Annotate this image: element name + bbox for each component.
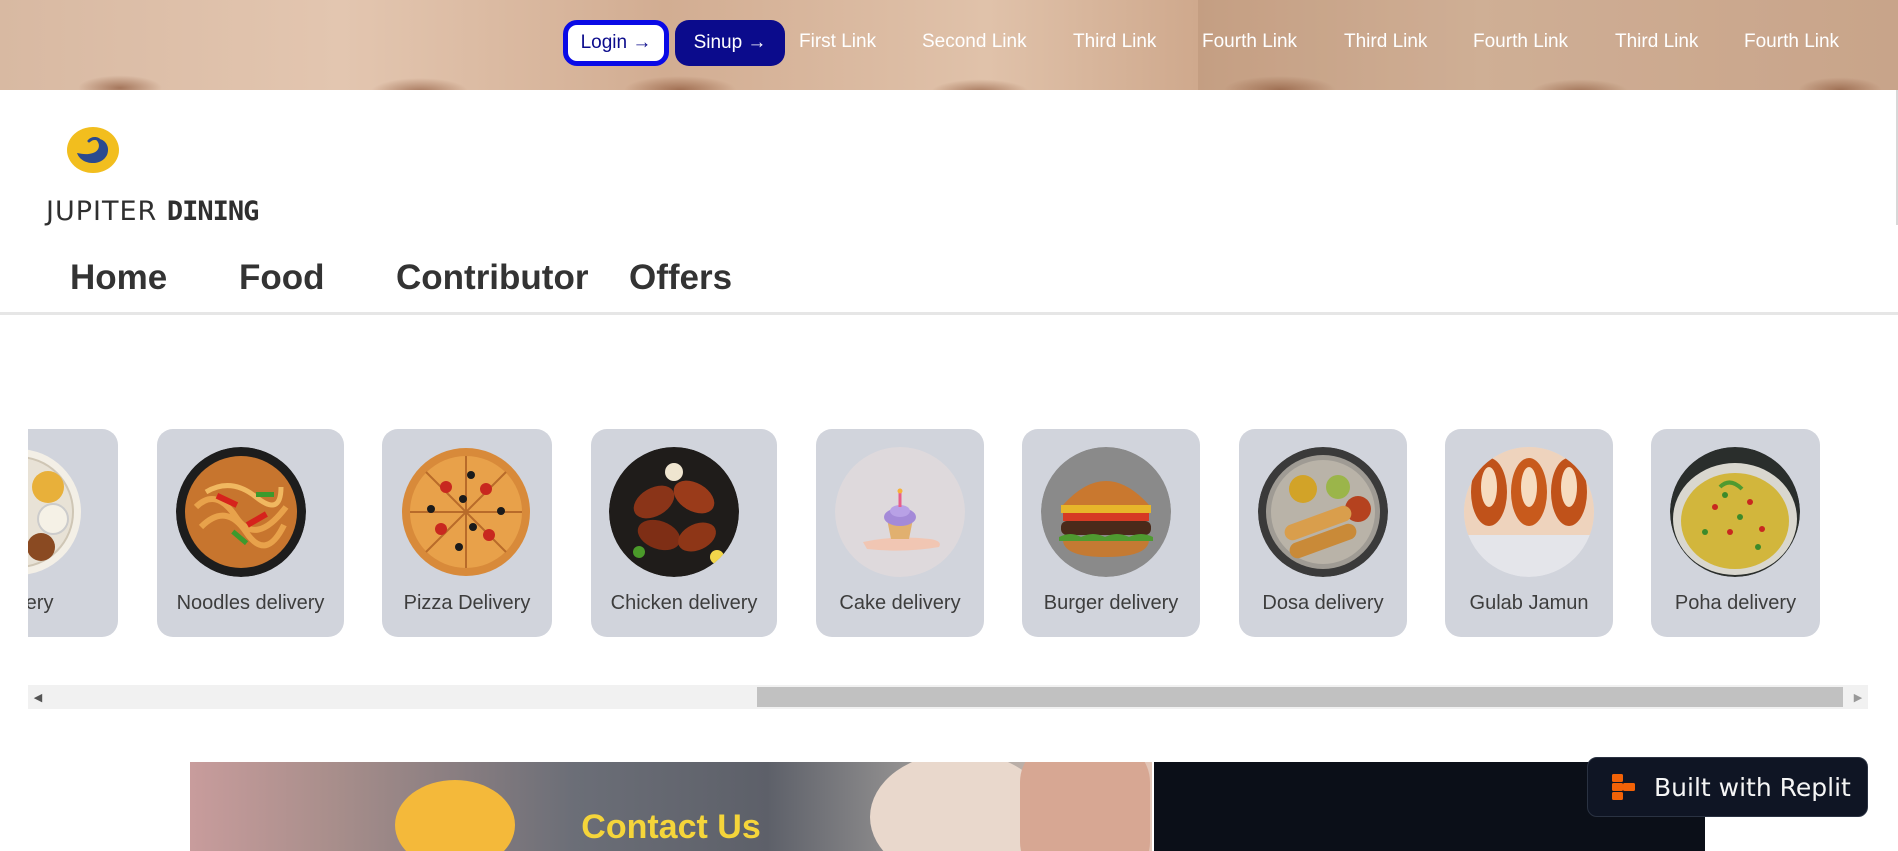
brand-name: JUPITER DINING <box>46 196 260 227</box>
carousel-item-chicken[interactable]: Chicken delivery <box>591 429 777 637</box>
nav-divider <box>0 312 1898 315</box>
brand-name-part2: DINING <box>166 196 260 227</box>
dosa-icon <box>1258 447 1388 577</box>
carousel-item-thali[interactable]: delivery <box>28 429 118 637</box>
pizza-icon <box>401 447 531 577</box>
top-link-4[interactable]: Fourth Link <box>1202 31 1297 53</box>
thali-icon <box>28 447 83 577</box>
carousel-item-burger[interactable]: Burger delivery <box>1022 429 1200 637</box>
login-button[interactable]: Login → <box>563 20 669 66</box>
nav-contributor[interactable]: Contributor <box>396 258 588 298</box>
contact-title[interactable]: Contact Us <box>190 808 1152 847</box>
carousel-scrollbar[interactable]: ◀ ▶ <box>28 685 1868 709</box>
carousel-item-label: Noodles delivery <box>176 592 325 614</box>
top-link-8[interactable]: Fourth Link <box>1744 31 1839 53</box>
carousel-item-label: Pizza Delivery <box>403 592 531 614</box>
top-link-3[interactable]: Third Link <box>1073 31 1156 53</box>
top-link-5[interactable]: Third Link <box>1344 31 1427 53</box>
carousel-item-label: Gulab Jamun <box>1469 592 1589 614</box>
carousel-item-label: Chicken delivery <box>610 592 758 614</box>
nav-offers[interactable]: Offers <box>629 258 732 298</box>
carousel-item-pizza[interactable]: Pizza Delivery <box>382 429 552 637</box>
carousel-item-label: Dosa delivery <box>1262 592 1384 614</box>
brand-name-part1: JUPITER <box>46 196 167 227</box>
carousel-item-dosa[interactable]: Dosa delivery <box>1239 429 1407 637</box>
top-link-2[interactable]: Second Link <box>922 31 1027 53</box>
top-banner: Login → Sinup → First Link Second Link T… <box>0 0 1898 90</box>
jupiter-logo-icon[interactable] <box>67 127 119 173</box>
carousel-item-noodles[interactable]: Noodles delivery <box>157 429 344 637</box>
carousel-item-label: Cake delivery <box>839 592 961 614</box>
poha-icon <box>1670 447 1800 577</box>
food-carousel[interactable]: delivery Noodles delivery <box>28 420 1868 645</box>
carousel-item-poha[interactable]: Poha delivery <box>1651 429 1820 637</box>
carousel-item-label: delivery <box>28 592 54 614</box>
top-link-6[interactable]: Fourth Link <box>1473 31 1568 53</box>
carousel-item-label: Burger delivery <box>1043 592 1179 614</box>
top-link-7[interactable]: Third Link <box>1615 31 1698 53</box>
carousel-item-label: Poha delivery <box>1674 592 1797 614</box>
scrollbar-thumb[interactable] <box>757 687 1843 707</box>
contact-section: Contact Us <box>190 762 1152 851</box>
nav-home[interactable]: Home <box>70 258 167 298</box>
gulab-jamun-icon <box>1464 447 1594 577</box>
cake-icon <box>835 447 965 577</box>
carousel-item-gulab-jamun[interactable]: Gulab Jamun <box>1445 429 1613 637</box>
nav-food[interactable]: Food <box>239 258 325 298</box>
replit-icon <box>1610 773 1638 801</box>
burger-icon <box>1041 447 1171 577</box>
scroll-right-arrow-icon[interactable]: ▶ <box>1848 685 1868 709</box>
top-link-1[interactable]: First Link <box>799 31 876 53</box>
scroll-left-arrow-icon[interactable]: ◀ <box>28 685 48 709</box>
carousel-item-cake[interactable]: Cake delivery <box>816 429 984 637</box>
replit-badge-label: Built with Replit <box>1654 772 1851 802</box>
signup-button[interactable]: Sinup → <box>675 20 785 66</box>
noodles-icon <box>176 447 306 577</box>
chicken-icon <box>609 447 739 577</box>
built-with-replit-badge[interactable]: Built with Replit <box>1587 757 1868 817</box>
